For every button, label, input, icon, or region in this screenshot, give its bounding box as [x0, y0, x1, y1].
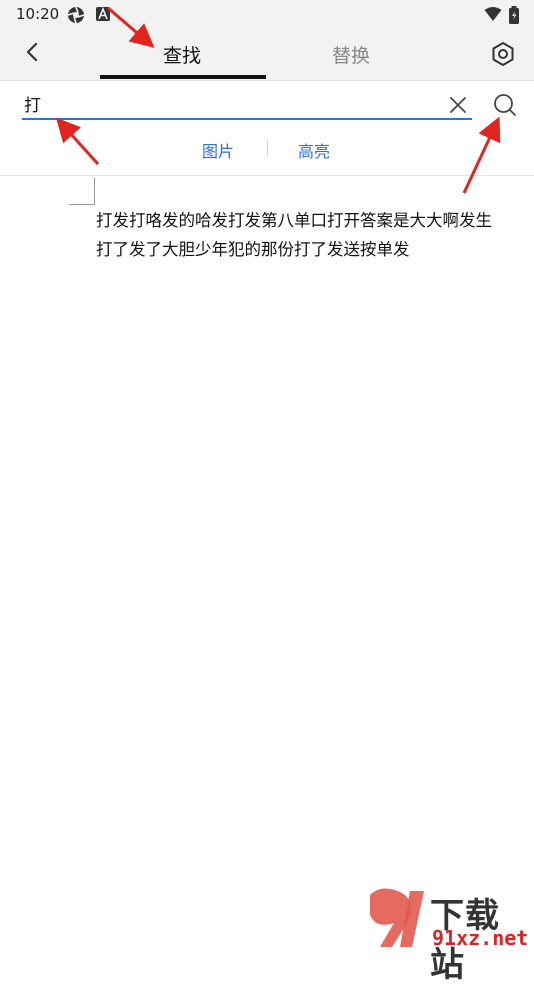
annotation-arrow-search-input [55, 117, 100, 166]
annotation-arrow-find-tab [107, 6, 155, 48]
watermark-url: 91xz.net [432, 926, 529, 950]
annotation-arrows [55, 6, 501, 194]
annotation-arrow-search-button [462, 116, 501, 194]
